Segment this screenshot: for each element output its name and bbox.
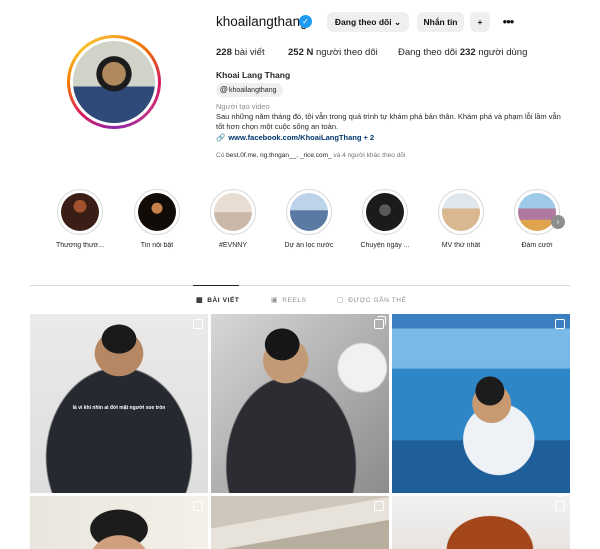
highlight-ring xyxy=(57,189,103,235)
tab-tagged[interactable]: ▢ ĐƯỢC GẮN THẺ xyxy=(337,296,407,304)
followers-count: 252 N xyxy=(288,47,314,58)
post-tile[interactable] xyxy=(211,314,389,493)
highlight-label: Dự án lọc nước xyxy=(284,242,334,249)
profile-link-text: www.facebook.com/KhoaiLangThang + 2 xyxy=(228,133,375,142)
more-options-icon[interactable]: ••• xyxy=(500,12,516,32)
reel-icon xyxy=(555,501,565,511)
highlight-item[interactable]: Dự án lọc nước xyxy=(274,189,344,249)
highlight-item[interactable]: Chuyện ngày ... xyxy=(350,189,420,249)
profile-bio: Sau những năm tháng đó, tôi vẫn trong qu… xyxy=(216,112,561,131)
tab-tagged-label: ĐƯỢC GẮN THẺ xyxy=(348,297,407,304)
profile-full-name: Khoai Lang Thang xyxy=(216,70,291,80)
post-tile[interactable] xyxy=(392,314,570,493)
highlight-ring xyxy=(514,189,560,235)
threads-link-badge[interactable]: @khoailangthang xyxy=(216,83,283,97)
highlight-cover xyxy=(138,193,176,231)
highlight-label: #EVNNY xyxy=(218,242,247,249)
active-tab-indicator xyxy=(193,285,239,286)
highlight-ring xyxy=(362,189,408,235)
highlight-item[interactable]: Thương thươ... xyxy=(45,189,115,249)
reels-icon: ▣ xyxy=(271,297,279,304)
profile-avatar-ring[interactable] xyxy=(67,35,161,129)
threads-icon: @ xyxy=(220,85,228,94)
highlights-next-arrow-icon[interactable]: › xyxy=(551,215,565,229)
tabs-divider xyxy=(30,285,570,286)
highlight-label: Đám cưới xyxy=(521,242,553,249)
verified-badge-icon: ✓ xyxy=(299,15,312,28)
highlight-cover xyxy=(290,193,328,231)
profile-username: khoailangthang xyxy=(216,14,308,29)
highlight-ring xyxy=(286,189,332,235)
add-user-icon[interactable]: + xyxy=(470,12,490,32)
message-button[interactable]: Nhắn tin xyxy=(417,12,464,32)
post-tile[interactable] xyxy=(211,496,389,549)
following-stat[interactable]: Đang theo dõi 232 người dùng xyxy=(398,47,527,58)
highlight-item[interactable]: #EVNNY xyxy=(198,189,268,249)
carousel-icon xyxy=(374,316,386,329)
reel-icon xyxy=(193,319,203,329)
following-dropdown-button[interactable]: Đang theo dõi ⌄ xyxy=(327,12,409,32)
highlight-item[interactable]: MV thứ nhất xyxy=(426,189,496,249)
followed-by-prefix: Có xyxy=(216,152,225,159)
highlight-cover xyxy=(214,193,252,231)
post-tile[interactable] xyxy=(392,496,570,549)
post-tile[interactable] xyxy=(30,496,208,549)
highlight-ring xyxy=(438,189,484,235)
following-label: người dùng xyxy=(478,47,528,58)
highlight-cover xyxy=(518,193,556,231)
highlight-ring xyxy=(210,189,256,235)
posts-label: bài viết xyxy=(234,47,265,58)
followed-by-names: best.0f.me, ng.thngan__, _rice.com_ xyxy=(226,152,332,159)
avatar-frame xyxy=(70,38,158,126)
posts-count: 228 xyxy=(216,47,232,58)
avatar[interactable] xyxy=(73,41,155,123)
following-button-label: Đang theo dõi xyxy=(334,17,392,27)
threads-handle: khoailangthang xyxy=(229,87,277,94)
reel-icon xyxy=(555,319,565,329)
highlight-label: MV thứ nhất xyxy=(441,242,481,249)
tagged-icon: ▢ xyxy=(337,297,345,304)
tab-posts-label: BÀI VIẾT xyxy=(207,297,240,304)
followers-label: người theo dõi xyxy=(316,47,378,58)
grid-icon: ▦ xyxy=(196,297,204,304)
highlight-item[interactable]: Tin nổi bật xyxy=(122,189,192,249)
highlight-ring xyxy=(134,189,180,235)
reel-icon xyxy=(193,501,203,511)
post-overlay-caption: là vì khi nhìn ai đời mặt người xoe tròn xyxy=(72,405,166,411)
highlight-label: Thương thươ... xyxy=(55,242,105,249)
followed-by-text[interactable]: Có best.0f.me, ng.thngan__, _rice.com_ v… xyxy=(216,152,405,159)
highlight-cover xyxy=(442,193,480,231)
highlight-cover xyxy=(61,193,99,231)
tab-posts[interactable]: ▦ BÀI VIẾT xyxy=(196,296,239,304)
followers-stat[interactable]: 252 N người theo dõi xyxy=(288,47,378,58)
following-count: 232 xyxy=(459,47,476,58)
highlight-cover xyxy=(366,193,404,231)
link-chain-icon: 🔗 xyxy=(216,133,226,142)
reel-icon xyxy=(374,501,384,511)
tab-reels-label: REELS xyxy=(282,297,307,304)
chevron-down-icon: ⌄ xyxy=(393,17,402,27)
posts-count-stat: 228 bài viết xyxy=(216,47,265,58)
tab-reels[interactable]: ▣ REELS xyxy=(271,296,307,304)
post-tile[interactable]: là vì khi nhìn ai đời mặt người xoe tròn xyxy=(30,314,208,493)
highlight-label: Tin nổi bật xyxy=(140,242,174,249)
followed-by-suffix: và 4 người khác theo dõi xyxy=(333,152,406,159)
following-prefix: Đang theo dõi xyxy=(398,47,458,58)
profile-external-link[interactable]: 🔗 www.facebook.com/KhoaiLangThang + 2 xyxy=(216,133,374,142)
profile-category: Người tạo video xyxy=(216,102,270,111)
highlight-label: Chuyện ngày ... xyxy=(360,242,410,249)
